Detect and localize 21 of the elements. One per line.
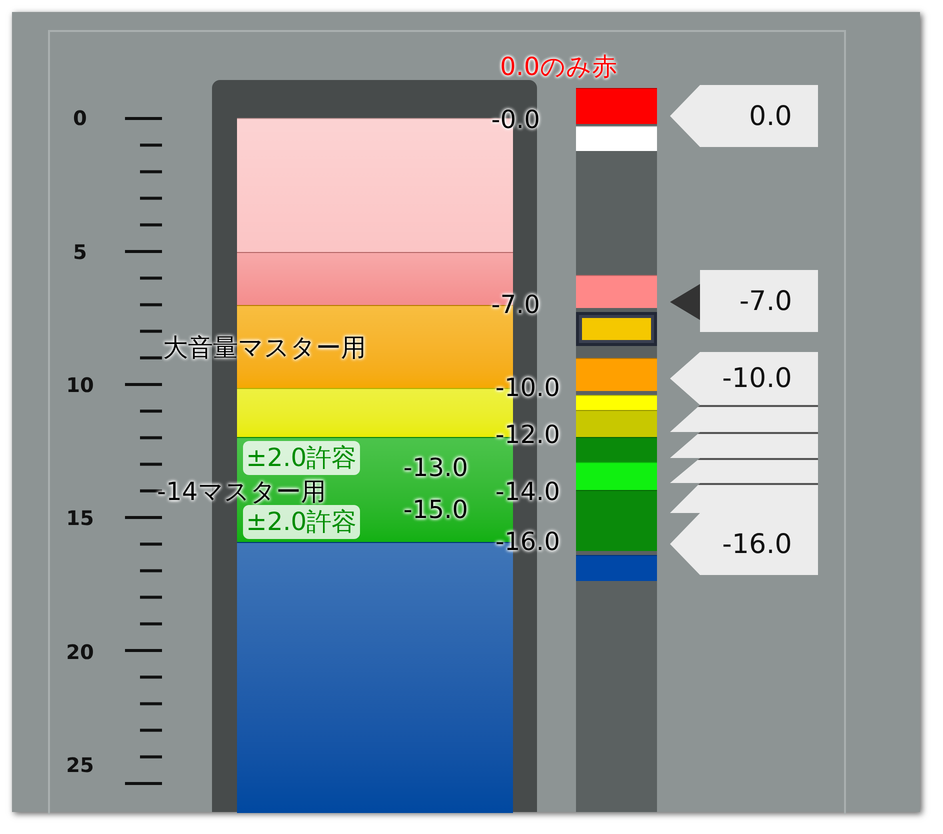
stacked-tag[interactable] (670, 405, 818, 432)
header-note: 0.0のみ赤 (500, 51, 617, 83)
level-tag[interactable]: -16.0 (670, 513, 818, 575)
range-label: 大音量マスター用 (163, 332, 366, 364)
scale-label: 20 (65, 640, 95, 664)
level-label: -15.0 (403, 494, 468, 526)
tolerance-label: ±2.0許容 (243, 505, 360, 539)
level-tag[interactable]: 0.0 (670, 85, 818, 147)
scale-label: 10 (65, 373, 95, 397)
scale-label: 15 (65, 506, 95, 530)
level-label: -14.0 (495, 476, 560, 508)
level-label: -12.0 (495, 419, 560, 451)
level-tag[interactable]: -7.0 (700, 270, 818, 332)
scale-label: 0 (72, 106, 88, 130)
level-tag[interactable]: -10.0 (670, 352, 818, 405)
scale-label: 5 (72, 240, 88, 264)
stacked-tag[interactable] (670, 458, 818, 483)
tolerance-label: ±2.0許容 (243, 441, 360, 475)
stacked-tag[interactable] (670, 432, 818, 458)
scale-label: 25 (65, 753, 95, 777)
level-label: -13.0 (403, 452, 468, 484)
